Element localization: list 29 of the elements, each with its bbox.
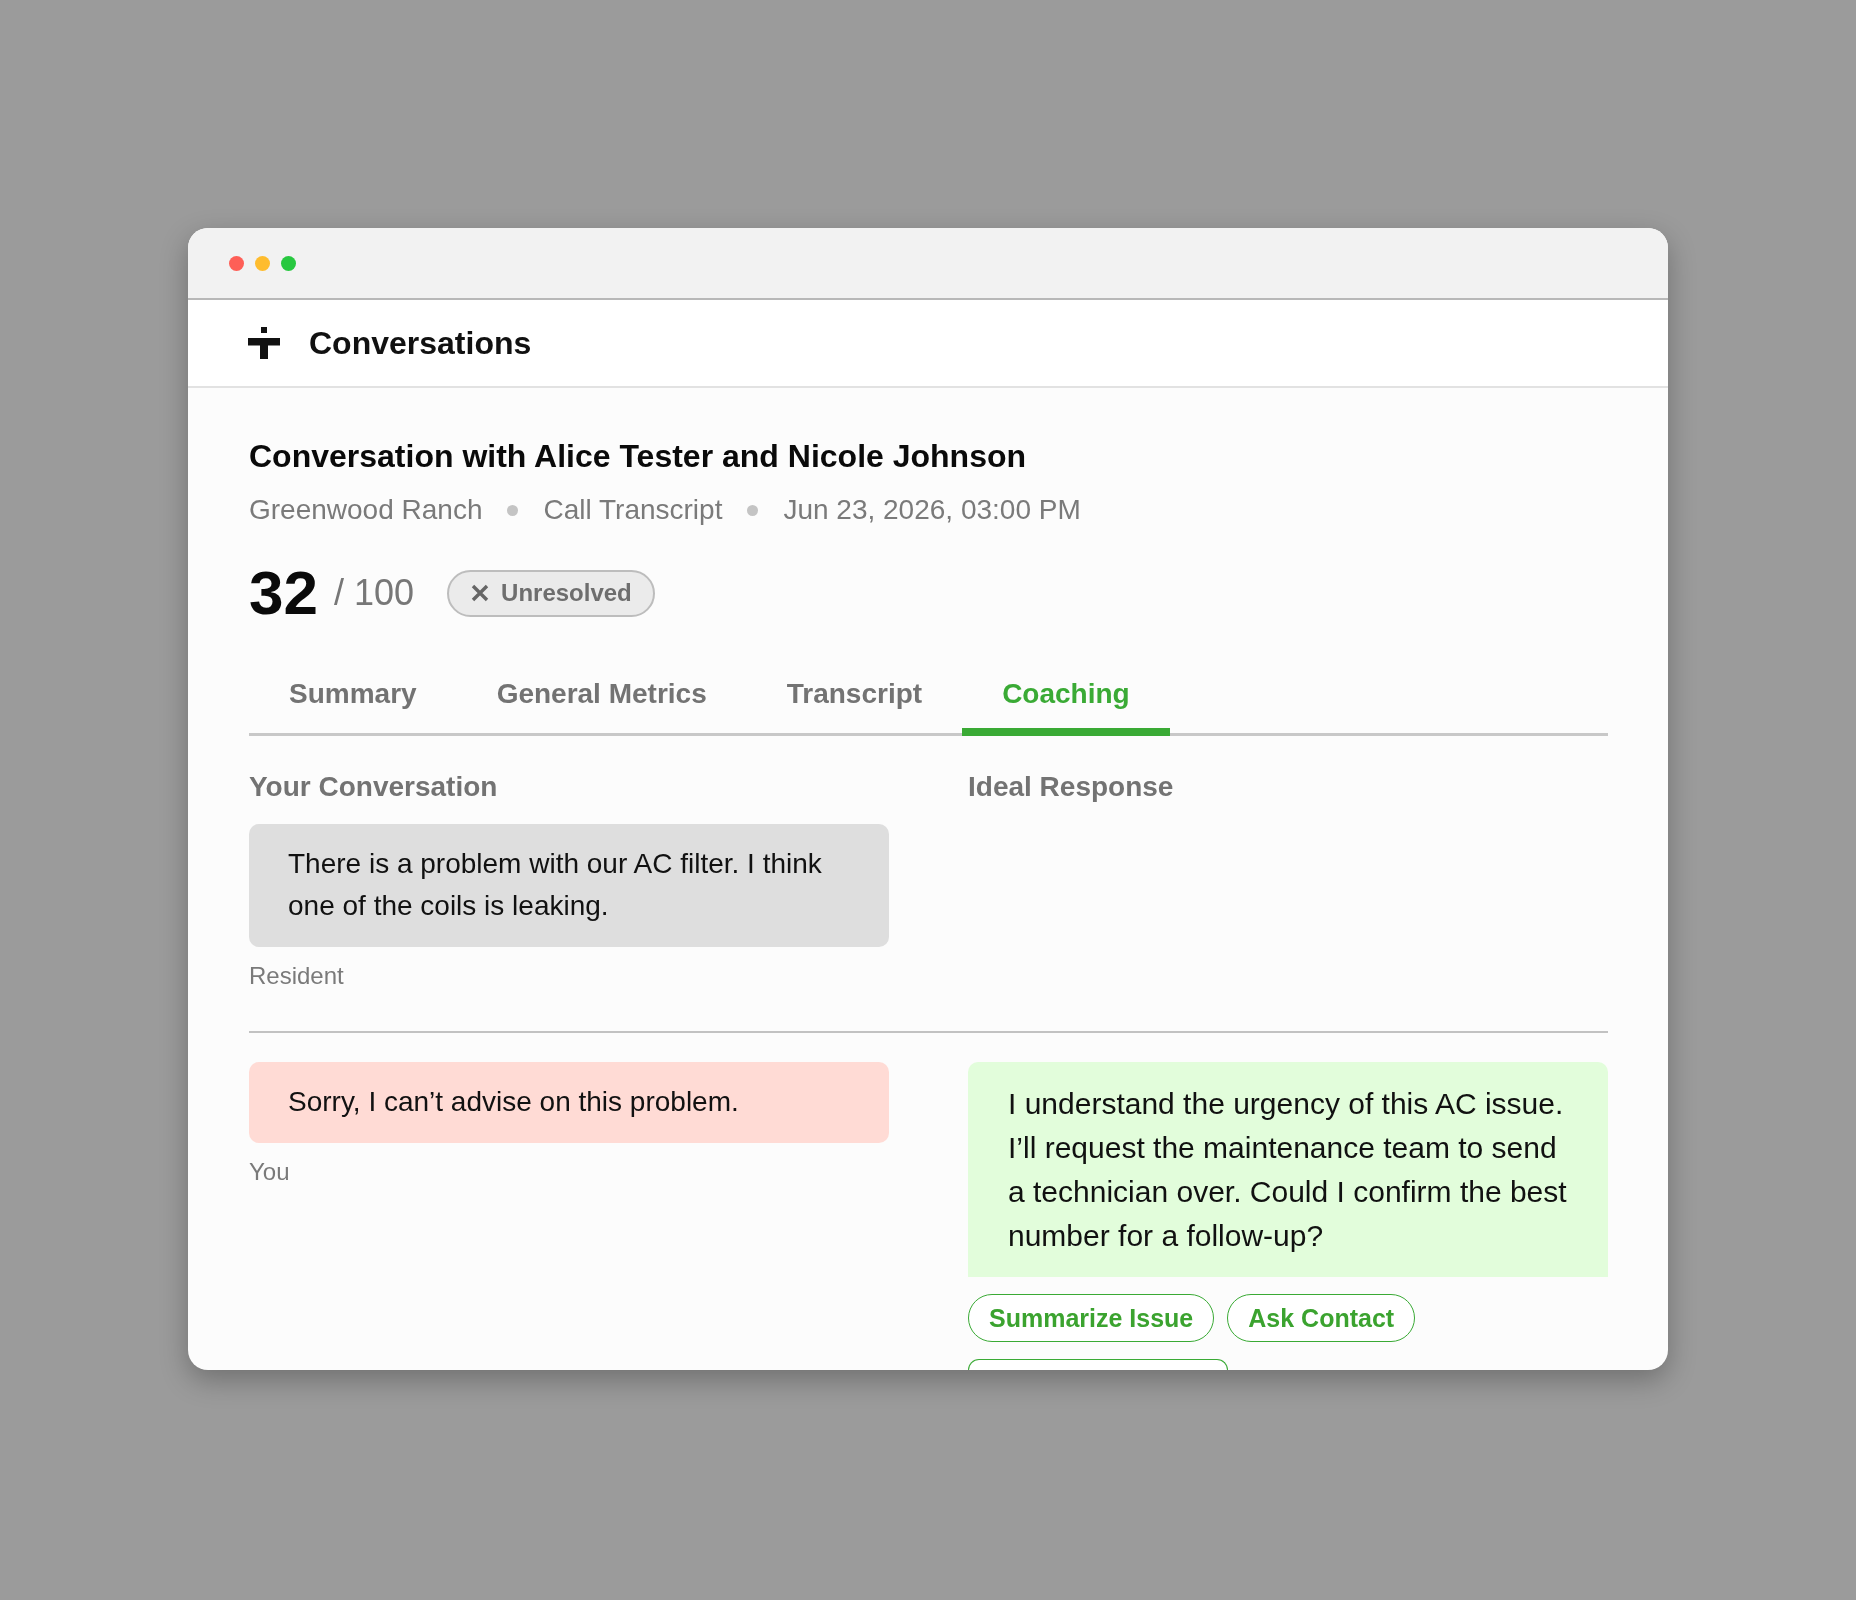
close-icon[interactable] xyxy=(229,255,244,271)
column-heading: Your Conversation xyxy=(249,770,499,804)
dot-icon xyxy=(747,504,759,516)
meta-text: Jun 23, 2026, 03:00 PM xyxy=(783,493,1081,527)
logo-icon xyxy=(248,327,280,359)
tab[interactable]: Coaching xyxy=(962,660,1170,736)
minimize-icon[interactable] xyxy=(255,255,270,271)
chat-message: There is a problem with our AC filter. I think one of the coils is leaking. xyxy=(249,824,889,947)
page-title: Conversations xyxy=(309,324,532,362)
suggestion-chip[interactable]: Ask Contact xyxy=(1227,1294,1416,1342)
x-icon xyxy=(471,584,490,602)
meta-text: Greenwood Ranch xyxy=(249,493,483,527)
ideal-response-message: I understand the urgency of this AC issue. I’ll request the maintenance team to send a technician over. Could I confirm the best number for a follow-up? xyxy=(968,1062,1608,1277)
conversation-title: Conversation with Alice Tester and Nicole Johnson xyxy=(249,437,1028,475)
score-max: / 100 xyxy=(333,573,415,613)
speaker-label: You xyxy=(249,1158,291,1186)
chat-message: Sorry, I can’t advise on this problem. xyxy=(249,1062,889,1143)
speaker-label: Resident xyxy=(249,962,345,990)
column-heading: Ideal Response xyxy=(968,770,1175,804)
suggestion-chip[interactable] xyxy=(968,1359,1228,1370)
tab[interactable]: Transcript xyxy=(746,660,963,736)
status-label: Unresolved xyxy=(501,579,632,607)
tab[interactable]: General Metrics xyxy=(456,660,747,736)
tab[interactable]: Summary xyxy=(249,660,457,736)
meta-text: Call Transcript xyxy=(543,493,723,527)
maximize-icon[interactable] xyxy=(281,255,296,271)
suggestion-chip[interactable]: Summarize Issue xyxy=(968,1294,1215,1342)
score-value: 32 xyxy=(249,562,318,624)
dot-icon xyxy=(507,504,519,516)
